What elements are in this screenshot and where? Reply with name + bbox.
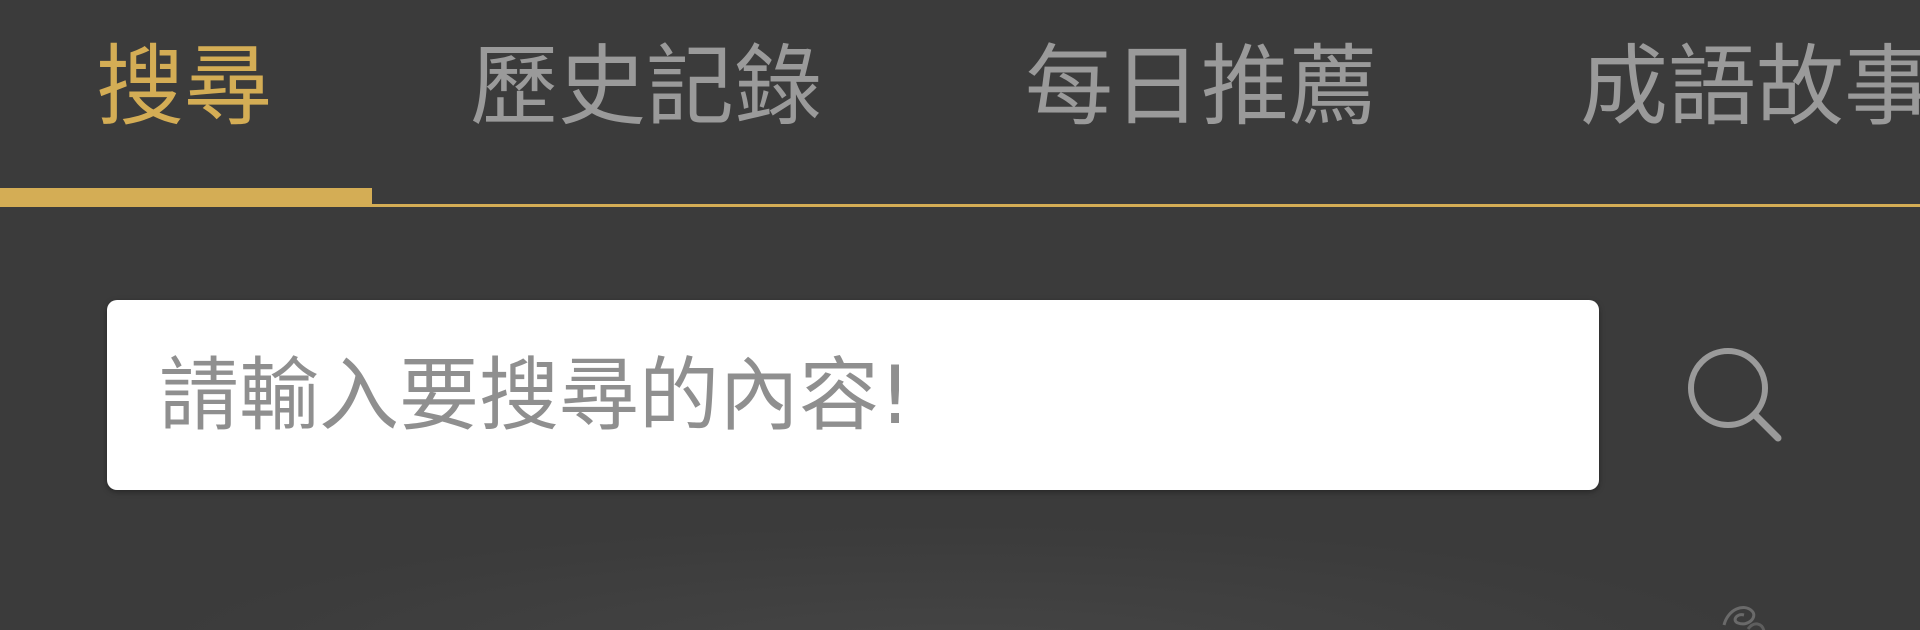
app-root: 搜尋 歷史記錄 每日推薦 成語故事 [0, 0, 1920, 630]
search-button[interactable] [1680, 340, 1800, 460]
tab-daily-recommendation[interactable]: 每日推薦 [1025, 32, 1377, 142]
tab-idiom-stories[interactable]: 成語故事 [1580, 32, 1920, 142]
tab-history[interactable]: 歷史記錄 [470, 32, 822, 142]
search-box [107, 300, 1599, 490]
active-tab-indicator [0, 188, 372, 206]
search-input[interactable] [159, 300, 1559, 490]
tab-bar: 搜尋 歷史記錄 每日推薦 成語故事 [0, 0, 1920, 207]
tab-search[interactable]: 搜尋 [96, 32, 272, 142]
background-ornament [1722, 606, 1766, 630]
search-icon [1688, 348, 1782, 442]
background-texture [0, 500, 1920, 630]
